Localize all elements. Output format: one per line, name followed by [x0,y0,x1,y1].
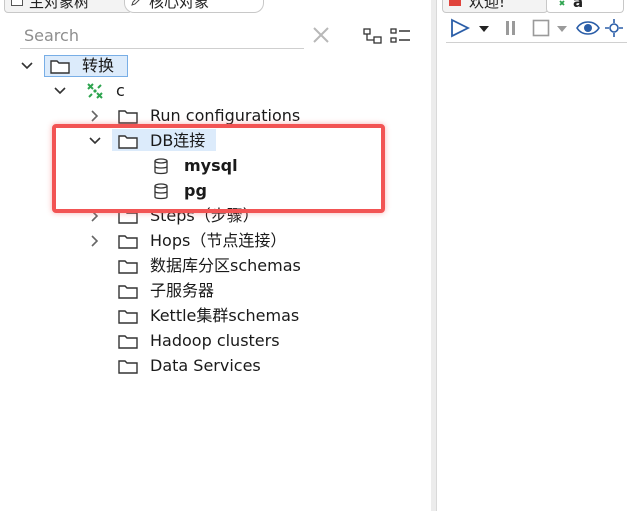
debug-icon[interactable] [604,17,624,39]
stop-dropdown-icon[interactable] [556,17,568,39]
tree-item-label: 转换 [82,56,115,75]
tree-item-label: 数据库分区schemas [150,256,301,275]
annotation-highlight-box [52,124,385,213]
chevron-down-icon[interactable] [53,84,67,98]
chevron-right-icon[interactable] [88,109,102,123]
clear-search-icon[interactable] [310,24,332,46]
preview-eye-icon[interactable] [576,17,600,39]
tree-item-label: Hops（节点连接） [150,231,287,250]
chevron-down-icon[interactable] [20,59,34,73]
tab-welcome-label: 欢迎! [469,0,506,11]
welcome-icon [449,0,461,6]
transformation-icon [87,83,103,99]
stop-icon[interactable] [532,17,550,39]
collapse-all-icon[interactable] [363,27,383,45]
search-box [20,24,304,49]
tree-item-label: 子服务器 [150,281,215,300]
run-dropdown-icon[interactable] [478,17,490,39]
transformation-icon [559,0,565,6]
pause-icon[interactable] [504,17,518,39]
chevron-right-icon[interactable] [88,234,102,248]
pencil-icon [131,0,140,6]
tree-item-label: Data Services [150,356,261,375]
search-input[interactable] [24,24,300,46]
folder-icon [118,310,138,324]
editor-panel [436,0,627,511]
run-icon[interactable] [450,17,470,39]
tree-item-label: Hadoop clusters [150,331,280,350]
folder-icon [118,235,138,249]
tree-item-label: Kettle集群schemas [150,306,300,325]
folder-icon [118,260,138,274]
folder-icon [118,335,138,349]
left-tab-strip: 主对象树 核心对象 [0,0,431,14]
folder-icon [118,360,138,374]
tree-tab-icon [11,0,23,6]
tree-item-label: c [116,81,125,100]
right-tab-strip: 欢迎! a [436,0,627,14]
folder-icon [118,110,138,124]
tab-transform-label: a [573,0,584,11]
expand-all-icon[interactable] [390,27,412,45]
tab-main-label: 主对象树 [29,0,90,11]
tab-welcome[interactable]: 欢迎! [442,0,548,13]
run-toolbar [446,17,627,39]
folder-icon [50,60,70,74]
tab-main-object-tree[interactable]: 主对象树 [4,0,132,13]
toolbar-divider [446,42,627,43]
folder-icon [118,285,138,299]
tab-transform-a[interactable]: a [546,0,624,13]
tab-core-objects[interactable]: 核心对象 [124,0,264,13]
tab-core-label: 核心对象 [149,0,210,11]
